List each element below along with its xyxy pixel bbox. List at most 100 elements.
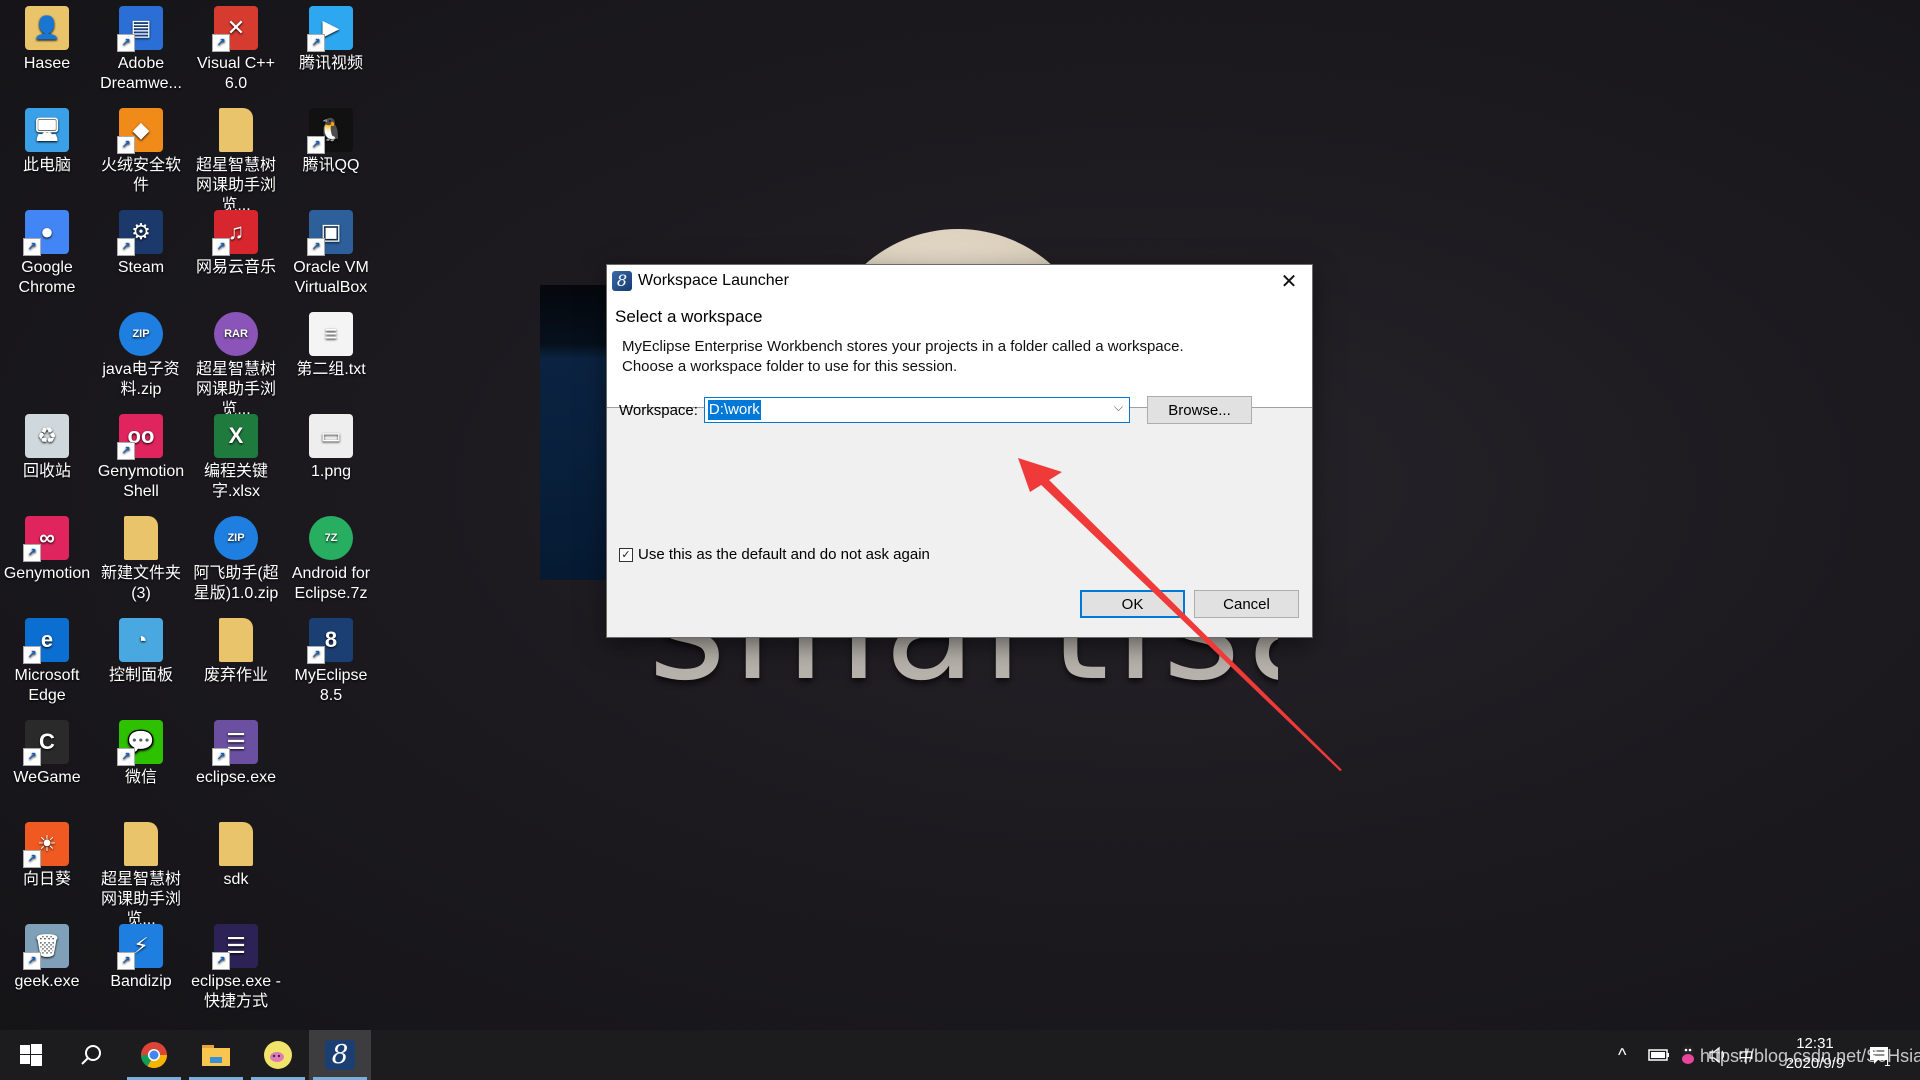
- desktop-icon[interactable]: ZIP java电子资料.zip: [94, 306, 188, 400]
- tray-overflow-button[interactable]: ^: [1618, 1030, 1626, 1080]
- desktop-icon[interactable]: 废弃作业: [189, 612, 283, 686]
- desktop-icon[interactable]: ☰ ↗ eclipse.exe - 快捷方式: [189, 918, 283, 1012]
- default-checkbox[interactable]: ✓: [619, 547, 633, 562]
- desktop-icon[interactable]: oo ↗ Genymotion Shell: [94, 408, 188, 502]
- desktop-icon[interactable]: 新建文件夹 (3): [94, 510, 188, 604]
- search-button[interactable]: [60, 1030, 122, 1080]
- checkmark-icon: ✓: [621, 548, 631, 561]
- shortcut-arrow-icon: ↗: [212, 238, 230, 256]
- desktop-icon[interactable]: ◆ ↗ 火绒安全软件: [94, 102, 188, 196]
- desktop-icon-label: Google Chrome: [18, 259, 76, 296]
- workspace-label: Workspace:: [619, 401, 698, 419]
- bandizip-rar-icon: RAR: [214, 312, 258, 356]
- desktop-icon-label: Android for Eclipse.7z: [291, 565, 371, 602]
- chevron-down-icon[interactable]: ⌵: [1114, 400, 1123, 415]
- dialog-heading: Select a workspace: [615, 307, 763, 326]
- desktop-icon-label: 控制面板: [108, 667, 173, 684]
- desktop-icon[interactable]: 超星智慧树网课助手浏览...: [94, 816, 188, 930]
- desktop-icon[interactable]: X 编程关键字.xlsx: [189, 408, 283, 502]
- default-checkbox-row[interactable]: ✓ Use this as the default and do not ask…: [619, 546, 930, 563]
- huorong-icon: ◆ ↗: [117, 108, 163, 154]
- folder-icon: [202, 1045, 230, 1066]
- desktop-icon[interactable]: sdk: [189, 816, 283, 890]
- desktop-icon[interactable]: ✕ ↗ Visual C++ 6.0: [189, 0, 283, 94]
- desktop-icon[interactable]: 🗑 ↗ geek.exe: [0, 918, 94, 992]
- shortcut-arrow-icon: ↗: [307, 136, 325, 154]
- cancel-button[interactable]: Cancel: [1194, 590, 1299, 618]
- ok-button[interactable]: OK: [1080, 590, 1185, 618]
- desktop-icon[interactable]: ∞ ↗ Genymotion: [0, 510, 94, 584]
- description-line-1: MyEclipse Enterprise Workbench stores yo…: [622, 338, 1184, 355]
- desktop-icon[interactable]: ZIP 阿飞助手(超星版)1.0.zip: [189, 510, 283, 604]
- chrome-icon: [140, 1042, 168, 1069]
- close-button[interactable]: ✕: [1266, 265, 1312, 297]
- eclipse-icon: ☰ ↗: [212, 720, 258, 766]
- tencent-video-icon: ▶ ↗: [307, 6, 353, 52]
- desktop-icon[interactable]: 🖥 此电脑: [0, 102, 94, 176]
- desktop-icon[interactable]: ▣ ↗ Oracle VM VirtualBox: [284, 204, 378, 298]
- default-checkbox-label[interactable]: Use this as the default and do not ask a…: [638, 546, 930, 563]
- desktop-icon[interactable]: ≡ 第二组.txt: [284, 306, 378, 380]
- folder-icon: [219, 822, 253, 866]
- desktop-icon[interactable]: ☀ ↗ 向日葵: [0, 816, 94, 890]
- workspace-input-value[interactable]: D:\work: [707, 400, 761, 420]
- desktop-icon[interactable]: ♫ ↗ 网易云音乐: [189, 204, 283, 278]
- sunlogin-icon: ☀ ↗: [23, 822, 69, 868]
- folder-icon: [124, 516, 158, 560]
- desktop-icon[interactable]: 8 ↗ MyEclipse 8.5: [284, 612, 378, 706]
- dreamweaver-icon: ▤ ↗: [117, 6, 163, 52]
- dialog-titlebar[interactable]: 8 Workspace Launcher ✕: [607, 265, 1312, 297]
- control-panel-icon: ◔: [119, 618, 163, 662]
- qq-tray-icon[interactable]: [1680, 1030, 1696, 1080]
- desktop-icon[interactable]: ▶ ↗ 腾讯视频: [284, 0, 378, 74]
- desktop-icon[interactable]: 👤 Hasee: [0, 0, 94, 74]
- desktop-icon-label: 回收站: [22, 463, 71, 480]
- desktop-icon[interactable]: ● ↗ Google Chrome: [0, 204, 94, 298]
- desktop-icon[interactable]: ◔ 控制面板: [94, 612, 188, 686]
- edge-icon: e ↗: [23, 618, 69, 664]
- desktop-icon[interactable]: 7Z Android for Eclipse.7z: [284, 510, 378, 604]
- text-file-icon: ≡: [309, 312, 353, 356]
- browse-button[interactable]: Browse...: [1147, 396, 1252, 424]
- desktop-icon[interactable]: e ↗ Microsoft Edge: [0, 612, 94, 706]
- shortcut-arrow-icon: ↗: [212, 748, 230, 766]
- taskbar-myeclipse[interactable]: 8: [309, 1030, 371, 1080]
- desktop-icon-label: eclipse.exe: [195, 769, 277, 786]
- battery-icon[interactable]: [1648, 1030, 1670, 1080]
- taskbar-cartoon-app[interactable]: [247, 1030, 309, 1080]
- desktop-icon[interactable]: 超星智慧树网课助手浏览...: [189, 102, 283, 216]
- shortcut-arrow-icon: ↗: [23, 952, 41, 970]
- genymotion-icon: ∞ ↗: [23, 516, 69, 562]
- desktop-icon[interactable]: ⚙ ↗ Steam: [94, 204, 188, 278]
- desktop-icon-label: Visual C++ 6.0: [197, 55, 275, 92]
- excel-file-icon: X: [214, 414, 258, 458]
- workspace-combo[interactable]: D:\work ⌵: [703, 397, 1130, 423]
- shortcut-arrow-icon: ↗: [212, 34, 230, 52]
- wegame-icon: C ↗: [23, 720, 69, 766]
- start-button[interactable]: [0, 1030, 62, 1080]
- bandizip-7z-icon: 7Z: [309, 516, 353, 560]
- desktop-icon[interactable]: ☰ ↗ eclipse.exe: [189, 714, 283, 788]
- bandizip-zip-icon: ZIP: [119, 312, 163, 356]
- close-icon: ✕: [1280, 270, 1298, 293]
- workspace-row: Workspace: D:\work ⌵: [619, 397, 1130, 423]
- desktop-icon[interactable]: C ↗ WeGame: [0, 714, 94, 788]
- taskbar-file-explorer[interactable]: [185, 1030, 247, 1080]
- desktop-icon[interactable]: ♻ 回收站: [0, 408, 94, 482]
- bandizip-zip-icon: ZIP: [214, 516, 258, 560]
- shortcut-arrow-icon: ↗: [117, 442, 135, 460]
- desktop-icon[interactable]: ▤ ↗ Adobe Dreamwe...: [94, 0, 188, 94]
- desktop-icon[interactable]: RAR 超星智慧树网课助手浏览...: [189, 306, 283, 420]
- desktop-icon[interactable]: ⚡ ↗ Bandizip: [94, 918, 188, 992]
- desktop-icon[interactable]: 🐧 ↗ 腾讯QQ: [284, 102, 378, 176]
- desktop-icon[interactable]: ▭ 1.png: [284, 408, 378, 482]
- desktop-icon-label: java电子资料.zip: [102, 361, 180, 398]
- desktop-icon-label: 腾讯QQ: [302, 157, 360, 174]
- windows-start-icon: [20, 1044, 42, 1066]
- desktop-icon[interactable]: 💬 ↗ 微信: [94, 714, 188, 788]
- shortcut-arrow-icon: ↗: [23, 748, 41, 766]
- desktop-icon-label: Microsoft Edge: [14, 667, 80, 704]
- taskbar-chrome[interactable]: [123, 1030, 185, 1080]
- desktop-icon-label: 向日葵: [22, 871, 71, 888]
- desktop-icon-label: 微信: [124, 769, 157, 786]
